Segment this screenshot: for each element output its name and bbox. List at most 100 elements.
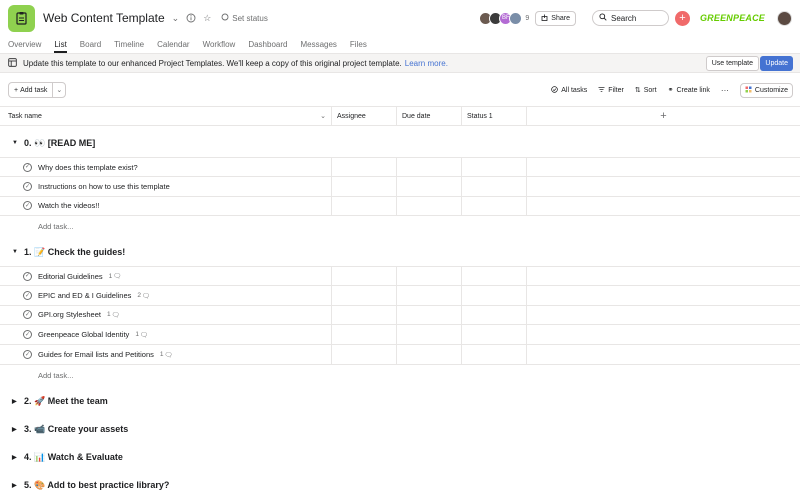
add-task-dropdown[interactable]: ⌄	[53, 83, 65, 97]
task-name[interactable]: EPIC and ED & I Guidelines	[38, 291, 131, 300]
check-icon[interactable]: ✓	[23, 350, 32, 359]
task-name[interactable]: Greenpeace Global Identity	[38, 330, 129, 339]
star-icon[interactable]: ☆	[203, 13, 211, 24]
table-row[interactable]: ✓ Guides for Email lists and Petitions 1 🗨	[0, 345, 800, 365]
comment-count[interactable]: 1 🗨	[107, 311, 120, 319]
tab-timeline[interactable]: Timeline	[114, 36, 144, 52]
assignee-cell[interactable]	[332, 158, 397, 176]
create-button[interactable]: +	[674, 10, 690, 26]
caret-right-icon[interactable]: ▶	[12, 426, 22, 433]
check-icon[interactable]: ✓	[23, 201, 32, 210]
assignee-cell[interactable]	[332, 286, 397, 305]
tab-dashboard[interactable]: Dashboard	[248, 36, 287, 52]
section-meet-team[interactable]: ▶ 2. 🚀 Meet the team	[0, 391, 800, 411]
caret-down-icon[interactable]: ▼	[12, 140, 22, 146]
assignee-cell[interactable]	[332, 177, 397, 196]
tab-messages[interactable]: Messages	[300, 36, 336, 52]
due-date-cell[interactable]	[397, 158, 462, 176]
section-watch-evaluate[interactable]: ▶ 4. 📊 Watch & Evaluate	[0, 447, 800, 467]
add-column-button[interactable]: +	[527, 107, 800, 125]
task-name[interactable]: Editorial Guidelines	[38, 272, 103, 281]
task-name[interactable]: GPI.org Stylesheet	[38, 310, 101, 319]
sort-button[interactable]: ⇅ Sort	[635, 86, 657, 95]
update-button[interactable]: Update	[760, 56, 793, 71]
search-input[interactable]: Search	[591, 10, 669, 26]
table-row[interactable]: ✓ Editorial Guidelines 1 🗨	[0, 266, 800, 286]
more-options-button[interactable]: ···	[721, 86, 729, 95]
all-tasks-filter[interactable]: All tasks	[551, 85, 587, 95]
check-icon[interactable]: ✓	[23, 291, 32, 300]
tab-workflow[interactable]: Workflow	[203, 36, 236, 52]
info-icon[interactable]	[186, 13, 196, 23]
create-link-button[interactable]: ⚭ Create link	[668, 86, 710, 95]
check-icon[interactable]: ✓	[23, 310, 32, 319]
filter-button[interactable]: Filter	[598, 86, 624, 95]
due-date-cell[interactable]	[397, 325, 462, 344]
tab-files[interactable]: Files	[350, 36, 367, 52]
tab-board[interactable]: Board	[80, 36, 101, 52]
assignee-cell[interactable]	[332, 196, 397, 215]
learn-more-link[interactable]: Learn more.	[405, 59, 448, 68]
caret-right-icon[interactable]: ▶	[12, 482, 22, 489]
section-check-guides[interactable]: ▼ 1. 📝 Check the guides!	[0, 242, 800, 262]
due-date-column[interactable]: Due date	[397, 107, 462, 125]
comment-count[interactable]: 1 🗨	[135, 331, 148, 339]
table-row[interactable]: ✓ Why does this template exist?	[0, 157, 800, 177]
task-name[interactable]: Instructions on how to use this template	[38, 182, 170, 191]
caret-down-icon[interactable]: ▼	[12, 249, 22, 255]
project-icon[interactable]	[8, 4, 35, 32]
assignee-cell[interactable]	[332, 305, 397, 324]
use-template-button[interactable]: Use template	[705, 56, 759, 71]
tab-calendar[interactable]: Calendar	[157, 36, 189, 52]
task-name-column[interactable]: Task name ⌄	[0, 107, 332, 125]
check-icon[interactable]: ✓	[23, 271, 32, 281]
greenpeace-logo[interactable]: GREENPEACE	[700, 13, 765, 23]
assignee-cell[interactable]	[332, 325, 397, 344]
due-date-cell[interactable]	[397, 286, 462, 305]
section-best-practice[interactable]: ▶ 5. 🎨 Add to best practice library?	[0, 475, 800, 495]
check-icon[interactable]: ✓	[23, 330, 32, 339]
due-date-cell[interactable]	[397, 196, 462, 215]
check-icon[interactable]: ✓	[23, 182, 32, 191]
set-status-button[interactable]: Set status	[221, 13, 268, 23]
status-cell[interactable]	[462, 325, 527, 344]
section-read-me[interactable]: ▼ 0. 👀 [READ ME]	[0, 133, 800, 153]
table-row[interactable]: ✓ EPIC and ED & I Guidelines 2 🗨	[0, 286, 800, 306]
comment-count[interactable]: 1 🗨	[109, 272, 122, 281]
customize-button[interactable]: Customize	[739, 82, 793, 98]
add-task-row[interactable]: Add task...	[38, 216, 73, 236]
caret-right-icon[interactable]: ▶	[12, 398, 22, 405]
section-create-assets[interactable]: ▶ 3. 📹 Create your assets	[0, 419, 800, 439]
tab-overview[interactable]: Overview	[8, 36, 41, 52]
assignee-cell[interactable]	[332, 345, 397, 364]
table-row[interactable]: ✓ Watch the videos!!	[0, 196, 800, 216]
tab-list[interactable]: List	[54, 36, 68, 53]
due-date-cell[interactable]	[397, 305, 462, 324]
project-title[interactable]: Web Content Template	[43, 11, 165, 25]
due-date-cell[interactable]	[397, 345, 462, 364]
add-task-row[interactable]: Add task...	[38, 365, 73, 385]
table-row[interactable]: ✓ GPI.org Stylesheet 1 🗨	[0, 305, 800, 325]
user-avatar[interactable]	[777, 10, 792, 26]
task-name[interactable]: Watch the videos!!	[38, 201, 99, 210]
status-cell[interactable]	[462, 345, 527, 364]
status-column[interactable]: Status 1	[462, 107, 527, 125]
check-icon[interactable]: ✓	[23, 162, 32, 172]
add-task-button[interactable]: + Add task	[9, 83, 54, 97]
caret-right-icon[interactable]: ▶	[12, 454, 22, 461]
status-cell[interactable]	[462, 267, 527, 285]
chevron-down-icon[interactable]: ⌄	[172, 13, 180, 24]
assignee-cell[interactable]	[332, 267, 397, 285]
status-cell[interactable]	[462, 158, 527, 176]
table-row[interactable]: ✓ Greenpeace Global Identity 1 🗨	[0, 325, 800, 345]
assignee-column[interactable]: Assignee	[332, 107, 397, 125]
status-cell[interactable]	[462, 286, 527, 305]
chevron-down-icon[interactable]: ⌄	[320, 112, 326, 120]
status-cell[interactable]	[462, 196, 527, 215]
task-name[interactable]: Why does this template exist?	[38, 163, 138, 172]
due-date-cell[interactable]	[397, 177, 462, 196]
status-cell[interactable]	[462, 177, 527, 196]
table-row[interactable]: ✓ Instructions on how to use this templat…	[0, 177, 800, 197]
member-avatars[interactable]: BF 9	[479, 11, 529, 25]
due-date-cell[interactable]	[397, 267, 462, 285]
